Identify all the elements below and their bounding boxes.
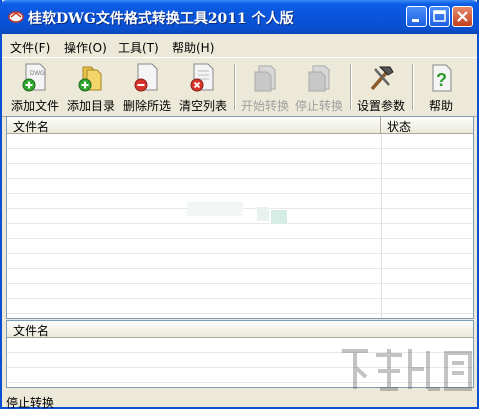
status-text: 停止转换 <box>6 396 55 410</box>
column-divider[interactable] <box>380 117 381 133</box>
help-label: 帮助 <box>428 99 453 113</box>
help-button[interactable]: ? 帮助 <box>414 61 468 113</box>
settings-label: 设置参数 <box>356 99 405 113</box>
toolbar: DWG 添加文件 添加目录 删除所选 清空列表 开始转换 停止转换 设置参数 ?… <box>2 57 477 117</box>
menu-bar: 文件(F) 操作(O) 工具(T) 帮助(H) <box>2 36 477 56</box>
start-convert-label: 开始转换 <box>240 99 289 113</box>
column-header-filename[interactable]: 文件名 <box>13 322 49 339</box>
close-button[interactable] <box>452 6 473 27</box>
dwg-app-icon <box>8 11 24 23</box>
add-folder-icon <box>78 66 102 92</box>
toolbar-separator <box>234 64 236 110</box>
column-gridline <box>381 134 382 318</box>
clear-list-icon <box>190 63 214 92</box>
remove-selected-button[interactable]: 删除所选 <box>120 61 174 113</box>
clear-list-button[interactable]: 清空列表 <box>176 61 230 113</box>
remove-selected-label: 删除所选 <box>122 99 171 113</box>
add-directory-button[interactable]: 添加目录 <box>64 61 118 113</box>
rendering-artifact <box>187 202 243 216</box>
maximize-icon <box>433 10 446 22</box>
add-file-icon: DWG <box>22 63 46 92</box>
tools-hammer-icon <box>370 66 394 91</box>
title-bar[interactable]: 桂软DWG文件格式转换工具2011 个人版 <box>0 0 479 34</box>
toolbar-separator <box>350 64 352 110</box>
remove-file-icon <box>134 63 158 92</box>
status-bar: 停止转换 <box>2 392 477 410</box>
stop-convert-button[interactable]: 停止转换 <box>292 61 346 113</box>
add-file-button[interactable]: DWG 添加文件 <box>8 61 62 113</box>
stop-convert-label: 停止转换 <box>294 99 343 113</box>
file-list[interactable]: 文件名 状态 <box>6 116 474 319</box>
rendering-artifact <box>271 210 287 224</box>
column-header-filename[interactable]: 文件名 <box>13 118 49 135</box>
menu-help[interactable]: 帮助(H) <box>172 39 214 56</box>
start-convert-icon <box>254 65 276 92</box>
column-header-status[interactable]: 状态 <box>387 118 411 135</box>
svg-text:DWG: DWG <box>30 71 45 77</box>
svg-text:?: ? <box>436 70 447 90</box>
detail-list-header: 文件名 <box>7 321 473 338</box>
close-icon <box>457 11 468 22</box>
stop-convert-icon <box>308 65 330 92</box>
start-convert-button[interactable]: 开始转换 <box>238 61 292 113</box>
settings-button[interactable]: 设置参数 <box>354 61 408 113</box>
watermark-logo <box>342 349 472 391</box>
window-title: 桂软DWG文件格式转换工具2011 个人版 <box>28 11 294 27</box>
help-icon: ? <box>432 64 452 92</box>
maximize-button[interactable] <box>429 6 450 27</box>
minimize-icon <box>412 19 419 22</box>
rendering-artifact <box>257 207 269 221</box>
menu-file[interactable]: 文件(F) <box>10 39 50 56</box>
menu-tools[interactable]: 工具(T) <box>118 39 159 56</box>
menu-operation[interactable]: 操作(O) <box>64 39 107 56</box>
list-header: 文件名 状态 <box>7 117 473 134</box>
clear-list-label: 清空列表 <box>178 99 227 113</box>
add-file-label: 添加文件 <box>10 99 59 113</box>
add-directory-label: 添加目录 <box>66 99 115 113</box>
minimize-button[interactable] <box>406 6 427 27</box>
